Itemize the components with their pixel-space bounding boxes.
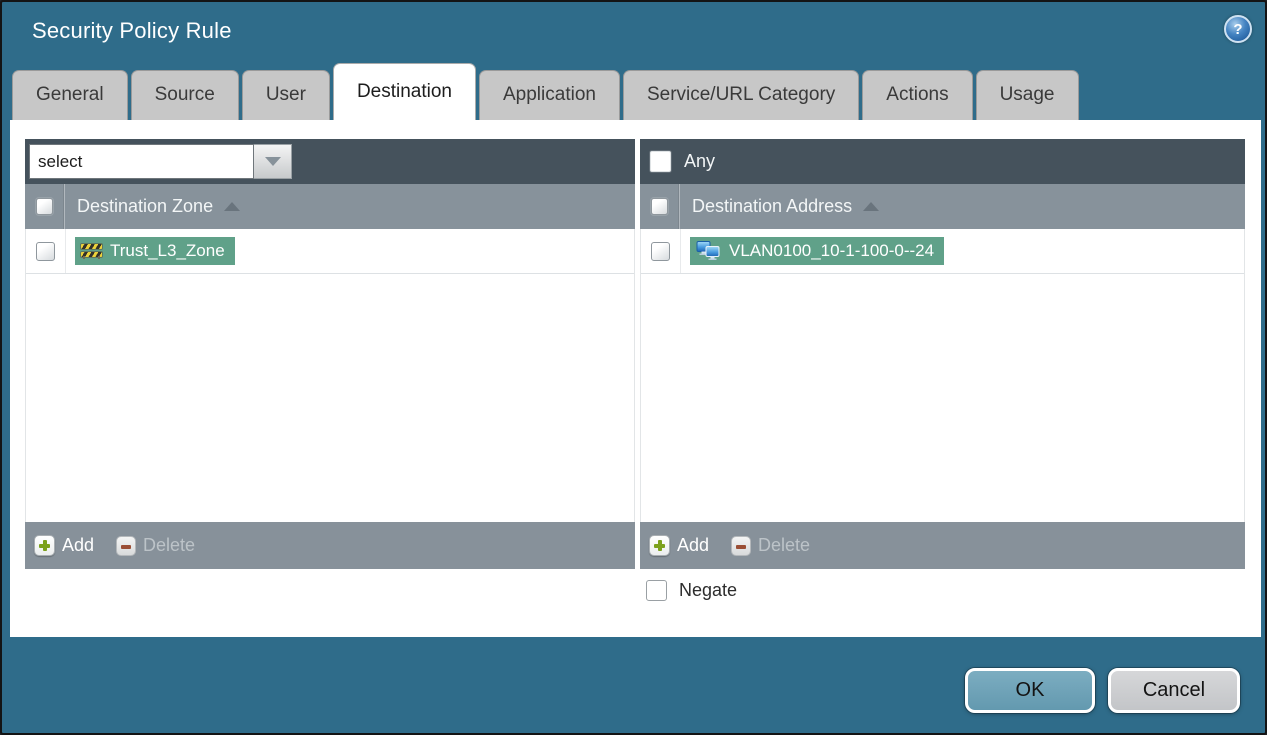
negate-label: Negate	[679, 580, 738, 600]
tab-application[interactable]: Application	[479, 70, 620, 120]
cancel-button[interactable]: Cancel	[1108, 668, 1240, 713]
chevron-down-icon	[264, 157, 281, 166]
zone-panel-toolbar	[25, 139, 635, 184]
sort-ascending-icon	[224, 202, 241, 211]
tab-bar: General Source User Destination Applicat…	[12, 63, 1079, 120]
tab-service-url-category[interactable]: Service/URL Category	[622, 70, 860, 120]
delete-icon	[116, 535, 137, 556]
address-row-checkbox-cell	[641, 229, 681, 273]
zone-select-all-cell	[25, 184, 65, 229]
table-row: VLAN0100_10-1-100-0--24	[641, 229, 1244, 274]
add-address-button[interactable]: Add	[649, 535, 709, 556]
ok-button[interactable]: OK	[965, 668, 1095, 713]
address-row-checkbox[interactable]	[651, 241, 670, 261]
tab-user[interactable]: User	[241, 70, 330, 120]
delete-zone-button[interactable]: Delete	[116, 535, 195, 556]
tab-actions[interactable]: Actions	[862, 70, 973, 120]
address-panel-toolbar: Any	[640, 139, 1245, 184]
add-icon	[34, 535, 55, 556]
add-zone-button[interactable]: Add	[34, 535, 94, 556]
negate-checkbox[interactable]	[646, 580, 667, 601]
address-table-body: VLAN0100_10-1-100-0--24	[640, 229, 1245, 522]
zone-item-label: Trust_L3_Zone	[110, 241, 225, 260]
address-column-header[interactable]: Destination Address	[692, 196, 852, 217]
network-icon	[696, 241, 720, 260]
tab-usage[interactable]: Usage	[975, 70, 1079, 120]
zone-select-input[interactable]	[29, 144, 254, 179]
tab-general[interactable]: General	[12, 70, 128, 120]
delete-address-button[interactable]: Delete	[731, 535, 810, 556]
sort-ascending-icon	[863, 202, 880, 211]
zone-panel-footer: Add Delete	[25, 522, 635, 569]
help-icon[interactable]: ?	[1224, 15, 1252, 43]
zone-row-checkbox[interactable]	[36, 241, 55, 261]
address-select-all-checkbox[interactable]	[651, 198, 668, 215]
destination-address-panel: Any Destination Address VLAN0100_10-1-10…	[640, 139, 1245, 569]
zone-item-chip[interactable]: Trust_L3_Zone	[75, 237, 235, 265]
address-table-header: Destination Address	[640, 184, 1245, 229]
security-policy-rule-dialog: Security Policy Rule ? General Source Us…	[0, 0, 1267, 735]
add-icon	[649, 535, 670, 556]
destination-zone-panel: Destination Zone Trust_L3_Zone	[25, 139, 635, 569]
address-item-label: VLAN0100_10-1-100-0--24	[729, 241, 935, 260]
tab-destination[interactable]: Destination	[332, 63, 476, 120]
destination-tab-content: Destination Zone Trust_L3_Zone	[10, 120, 1261, 637]
zone-row-checkbox-cell	[26, 229, 66, 273]
help-glyph: ?	[1233, 20, 1243, 38]
table-row: Trust_L3_Zone	[26, 229, 634, 274]
any-checkbox[interactable]	[650, 151, 671, 172]
address-select-all-cell	[640, 184, 680, 229]
dialog-title: Security Policy Rule	[32, 18, 232, 43]
zone-icon	[81, 243, 102, 259]
any-toggle: Any	[644, 151, 715, 172]
zone-table-header: Destination Zone	[25, 184, 635, 229]
address-item-chip[interactable]: VLAN0100_10-1-100-0--24	[690, 237, 945, 265]
tab-source[interactable]: Source	[130, 70, 239, 120]
zone-select-all-checkbox[interactable]	[36, 198, 53, 215]
negate-toggle: Negate	[646, 580, 737, 601]
zone-column-header[interactable]: Destination Zone	[77, 196, 213, 217]
zone-select-dropdown-button[interactable]	[254, 144, 292, 179]
address-panel-footer: Add Delete	[640, 522, 1245, 569]
any-label: Any	[684, 151, 716, 171]
zone-table-body: Trust_L3_Zone	[25, 229, 635, 522]
delete-icon	[731, 535, 752, 556]
